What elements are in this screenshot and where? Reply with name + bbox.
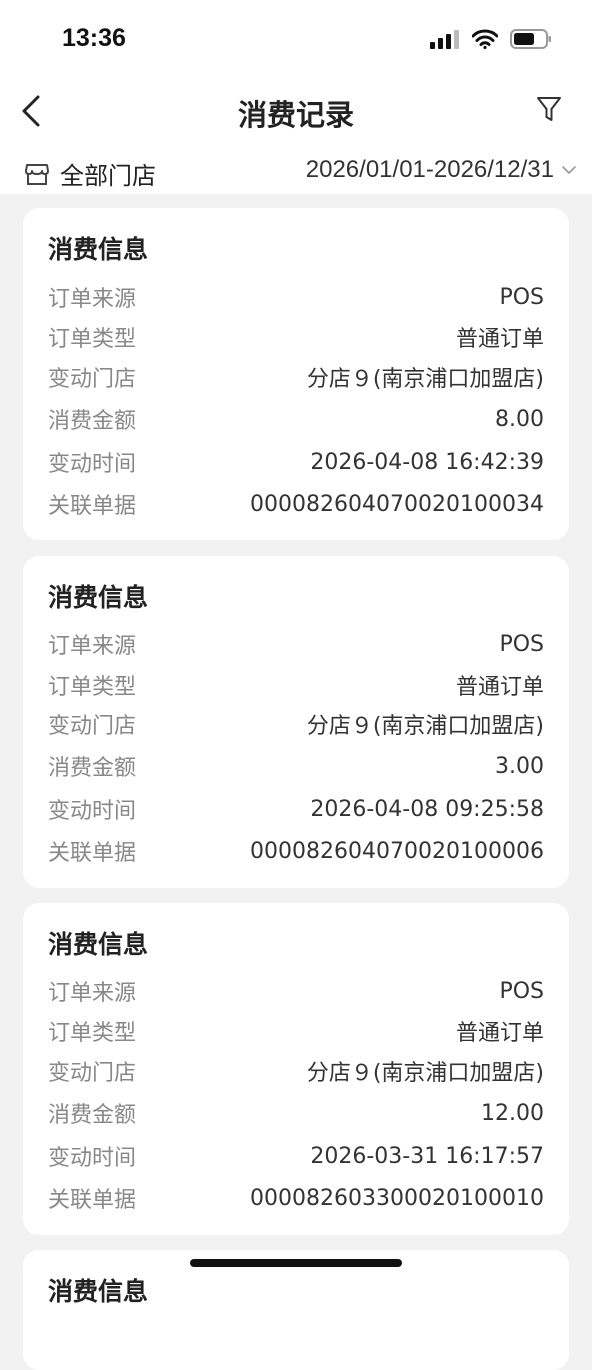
change-store-label: 变动门店 <box>48 714 137 739</box>
change-time-row: 变动时间 2026-04-08 09:25:58 <box>48 791 544 827</box>
change-store-value: 分店９(南京浦口加盟店) <box>306 367 544 392</box>
chevron-down-icon <box>562 166 576 174</box>
order-source-label: 订单来源 <box>48 634 137 659</box>
amount-value: 3.00 <box>495 753 544 779</box>
order-source-value: POS <box>499 284 544 310</box>
order-type-label: 订单类型 <box>48 675 137 700</box>
order-type-label: 订单类型 <box>48 327 137 352</box>
status-bar: 13:36 <box>0 0 592 80</box>
amount-value: 8.00 <box>495 406 544 432</box>
amount-value: 12.00 <box>481 1100 544 1126</box>
order-type-row: 订单类型 普通订单 <box>48 667 544 703</box>
amount-label: 消费金额 <box>48 756 137 781</box>
change-store-row: 变动门店 分店９(南京浦口加盟店) <box>48 359 544 395</box>
change-time-value: 2026-04-08 16:42:39 <box>310 449 544 475</box>
related-doc-label: 关联单据 <box>48 494 137 519</box>
card-title: 消费信息 <box>48 1277 149 1306</box>
order-source-value: POS <box>499 631 544 657</box>
wifi-icon <box>472 29 498 49</box>
nav-header: 消费记录 <box>0 80 592 150</box>
store-selector[interactable]: 全部门店 <box>24 156 156 191</box>
order-type-row: 订单类型 普通订单 <box>48 1013 544 1049</box>
amount-label: 消费金额 <box>48 409 137 434</box>
status-time: 13:36 <box>62 24 126 52</box>
card-title: 消费信息 <box>48 583 149 612</box>
order-type-value: 普通订单 <box>455 675 544 700</box>
filter-icon <box>537 97 561 121</box>
related-doc-row: 关联单据 000082604070020100006 <box>48 833 544 869</box>
change-store-value: 分店９(南京浦口加盟店) <box>306 1061 544 1086</box>
order-source-value: POS <box>499 978 544 1004</box>
amount-label: 消费金额 <box>48 1103 137 1128</box>
record-card[interactable]: 消费信息 订单来源 POS 订单类型 普通订单 变动门店 分店９(南京浦口加盟店… <box>23 208 569 540</box>
order-type-value: 普通订单 <box>455 1021 544 1046</box>
order-source-label: 订单来源 <box>48 287 137 312</box>
related-doc-value: 000082604070020100034 <box>250 491 544 517</box>
related-doc-row: 关联单据 000082604070020100034 <box>48 486 544 522</box>
change-time-row: 变动时间 2026-03-31 16:17:57 <box>48 1138 544 1174</box>
order-type-value: 普通订单 <box>455 327 544 352</box>
card-title: 消费信息 <box>48 930 149 959</box>
change-store-row: 变动门店 分店９(南京浦口加盟店) <box>48 1053 544 1089</box>
order-source-row: 订单来源 POS <box>48 279 544 315</box>
change-store-value: 分店９(南京浦口加盟店) <box>306 714 544 739</box>
related-doc-value: 000082603300020100010 <box>250 1185 544 1211</box>
store-selector-label: 全部门店 <box>60 162 156 190</box>
filter-bar: 全部门店 2026/01/01-2026/12/31 <box>0 150 592 194</box>
record-card[interactable]: 消费信息 订单来源 POS 订单类型 普通订单 变动门店 分店９(南京浦口加盟店… <box>23 903 569 1235</box>
amount-row: 消费金额 12.00 <box>48 1095 544 1131</box>
change-time-label: 变动时间 <box>48 1146 137 1171</box>
amount-row: 消费金额 3.00 <box>48 748 544 784</box>
amount-row: 消费金额 8.00 <box>48 401 544 437</box>
change-store-row: 变动门店 分店９(南京浦口加盟店) <box>48 706 544 742</box>
filter-button[interactable] <box>536 96 562 124</box>
signal-icon <box>430 30 459 49</box>
related-doc-value: 000082604070020100006 <box>250 838 544 864</box>
change-store-label: 变动门店 <box>48 367 137 392</box>
change-store-label: 变动门店 <box>48 1061 137 1086</box>
home-indicator[interactable] <box>190 1259 402 1267</box>
date-range-selector[interactable]: 2026/01/01-2026/12/31 <box>306 156 576 184</box>
related-doc-row: 关联单据 000082603300020100010 <box>48 1180 544 1216</box>
battery-icon <box>510 29 551 49</box>
store-icon <box>25 163 49 185</box>
change-time-value: 2026-04-08 09:25:58 <box>310 796 544 822</box>
card-title: 消费信息 <box>48 235 149 264</box>
change-time-row: 变动时间 2026-04-08 16:42:39 <box>48 444 544 480</box>
order-type-row: 订单类型 普通订单 <box>48 319 544 355</box>
order-source-row: 订单来源 POS <box>48 973 544 1009</box>
order-source-row: 订单来源 POS <box>48 626 544 662</box>
record-card[interactable]: 消费信息 订单来源 POS 订单类型 普通订单 变动门店 分店９(南京浦口加盟店… <box>23 556 569 888</box>
order-source-label: 订单来源 <box>48 981 137 1006</box>
date-range-label: 2026/01/01-2026/12/31 <box>305 156 554 183</box>
order-type-label: 订单类型 <box>48 1021 137 1046</box>
related-doc-label: 关联单据 <box>48 1188 137 1213</box>
related-doc-label: 关联单据 <box>48 841 137 866</box>
change-time-label: 变动时间 <box>48 799 137 824</box>
change-time-label: 变动时间 <box>48 452 137 477</box>
status-icons <box>430 28 552 50</box>
change-time-value: 2026-03-31 16:17:57 <box>310 1143 544 1169</box>
record-card[interactable]: 消费信息 <box>23 1250 569 1370</box>
page-title: 消费记录 <box>237 98 354 132</box>
